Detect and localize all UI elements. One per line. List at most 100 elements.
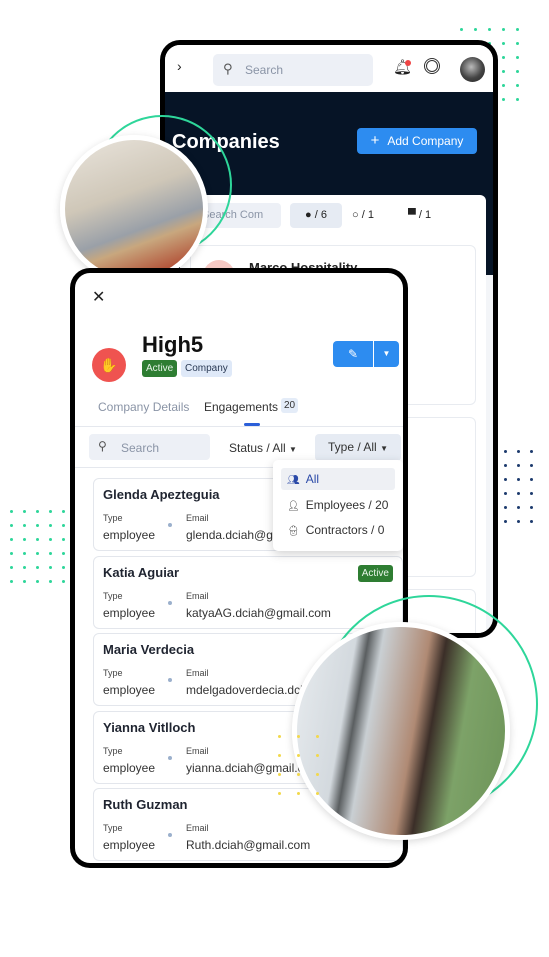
type-value: employee [103, 760, 156, 775]
type-label: Type [103, 668, 123, 678]
engagement-card[interactable]: Katia Aguiar Type employee Email katyaAG… [93, 555, 403, 629]
decor-dot [49, 524, 52, 527]
global-search-input[interactable]: ⚲ Search [213, 54, 373, 86]
decor-dot [62, 524, 65, 527]
decor-dot [278, 754, 281, 757]
filter-active-count: / 6 [314, 209, 327, 221]
decor-dot [460, 28, 463, 31]
filter-inactive-count: / 1 [361, 209, 374, 221]
avatar[interactable] [460, 57, 485, 82]
engagement-name: Ruth Guzman [103, 797, 188, 812]
dropdown-item-employees[interactable]: 👤︎ Employees / 20 [281, 494, 395, 516]
status-filter-label: Status / All [229, 441, 286, 455]
status-filter[interactable]: Status / All ▼ [229, 441, 297, 455]
dropdown-item-all[interactable]: 👥︎ All [281, 468, 395, 490]
type-label: Type [103, 513, 123, 523]
engagement-search-input[interactable]: ⚲ Search [89, 434, 210, 460]
engagement-name: Maria Verdecia [103, 642, 195, 657]
decor-dot [502, 56, 505, 59]
type-label: Type [103, 823, 123, 833]
filter-archived-count: / 1 [418, 209, 432, 221]
decor-dot [316, 773, 319, 776]
tab-company-details[interactable]: Company Details [98, 400, 189, 414]
dropdown-item-label: Employees / 20 [305, 498, 389, 512]
actions-dropdown-button[interactable]: ▼ [374, 341, 399, 367]
help-icon[interactable] [424, 58, 440, 74]
decor-dot [10, 524, 13, 527]
decor-dot [278, 773, 281, 776]
decor-dot [62, 552, 65, 555]
filter-active[interactable]: ● / 6 [290, 203, 342, 228]
decor-dot [49, 580, 52, 583]
decor-dot [297, 754, 300, 757]
decor-dot [474, 28, 477, 31]
add-company-label: Add Company [387, 134, 464, 148]
decor-dot [36, 552, 39, 555]
status-badge: Active [357, 564, 393, 582]
type-dropdown-menu: 👥︎ All 👤︎ Employees / 20 👷︎ Contractors / 0 [273, 460, 403, 551]
woman-photo [60, 135, 208, 283]
search-icon: ⚲ [98, 439, 107, 453]
decor-dot [297, 773, 300, 776]
decor-dot [502, 98, 505, 101]
decor-dot [517, 520, 520, 523]
decor-dot [504, 464, 507, 467]
decor-dot [49, 538, 52, 541]
decor-dot [516, 56, 519, 59]
tab-engagements[interactable]: Engagements [204, 400, 278, 414]
close-icon[interactable]: ✕ [92, 287, 105, 307]
decor-dot [23, 580, 26, 583]
decor-dot [62, 538, 65, 541]
decor-dot [23, 510, 26, 513]
divider [75, 426, 403, 427]
decor-dot [23, 524, 26, 527]
decor-dot [504, 506, 507, 509]
edit-button[interactable]: ✎ [333, 341, 373, 367]
decor-dot [517, 506, 520, 509]
search-placeholder: Search [121, 441, 160, 455]
add-company-button[interactable]: + Add Company [357, 128, 477, 154]
email-label: Email [186, 590, 209, 601]
search-icon: ⚲ [223, 61, 233, 76]
decor-dot [530, 492, 533, 495]
decor-dot [516, 70, 519, 73]
decor-dot [278, 792, 281, 795]
decor-dot [516, 84, 519, 87]
decor-dot [297, 735, 300, 738]
decor-dot [504, 520, 507, 523]
dropdown-item-contractors[interactable]: 👷︎ Contractors / 0 [281, 519, 395, 541]
filter-archived[interactable]: ▀ / 1 [408, 203, 448, 228]
decor-dot [530, 450, 533, 453]
decor-dot [10, 580, 13, 583]
decor-dot [62, 580, 65, 583]
engagement-name: Yianna Vitlloch [103, 719, 196, 735]
filter-inactive[interactable]: ○ / 1 [352, 203, 392, 228]
decor-dot [10, 552, 13, 555]
expand-sidebar-icon[interactable]: › [177, 58, 182, 74]
company-name: High5 [142, 332, 204, 357]
decor-dot [49, 566, 52, 569]
plus-icon: + [370, 132, 380, 149]
dropdown-item-label: Contractors / 0 [305, 523, 385, 537]
decor-dot [36, 580, 39, 583]
notification-dot [405, 60, 411, 66]
decor-dot [530, 506, 533, 509]
decor-dot [49, 552, 52, 555]
decor-dot [517, 464, 520, 467]
separator-dot [168, 678, 172, 682]
type-value: employee [103, 605, 156, 620]
type-value: employee [103, 528, 156, 542]
decor-dot [530, 478, 533, 481]
engagements-count: 20 [281, 398, 299, 413]
email-value: katyaAG.dciah@gmail.com [186, 605, 331, 620]
type-label: Type [103, 590, 123, 601]
decor-dots-yellow [278, 735, 335, 811]
email-label: Email [186, 823, 209, 833]
type-filter[interactable]: Type / All ▼ [315, 434, 401, 461]
company-logo: ✋ [92, 348, 126, 382]
pencil-icon: ✎ [347, 347, 359, 361]
decor-dot [62, 566, 65, 569]
decor-dot [530, 520, 533, 523]
separator-dot [168, 600, 172, 605]
type-value: employee [103, 683, 156, 697]
